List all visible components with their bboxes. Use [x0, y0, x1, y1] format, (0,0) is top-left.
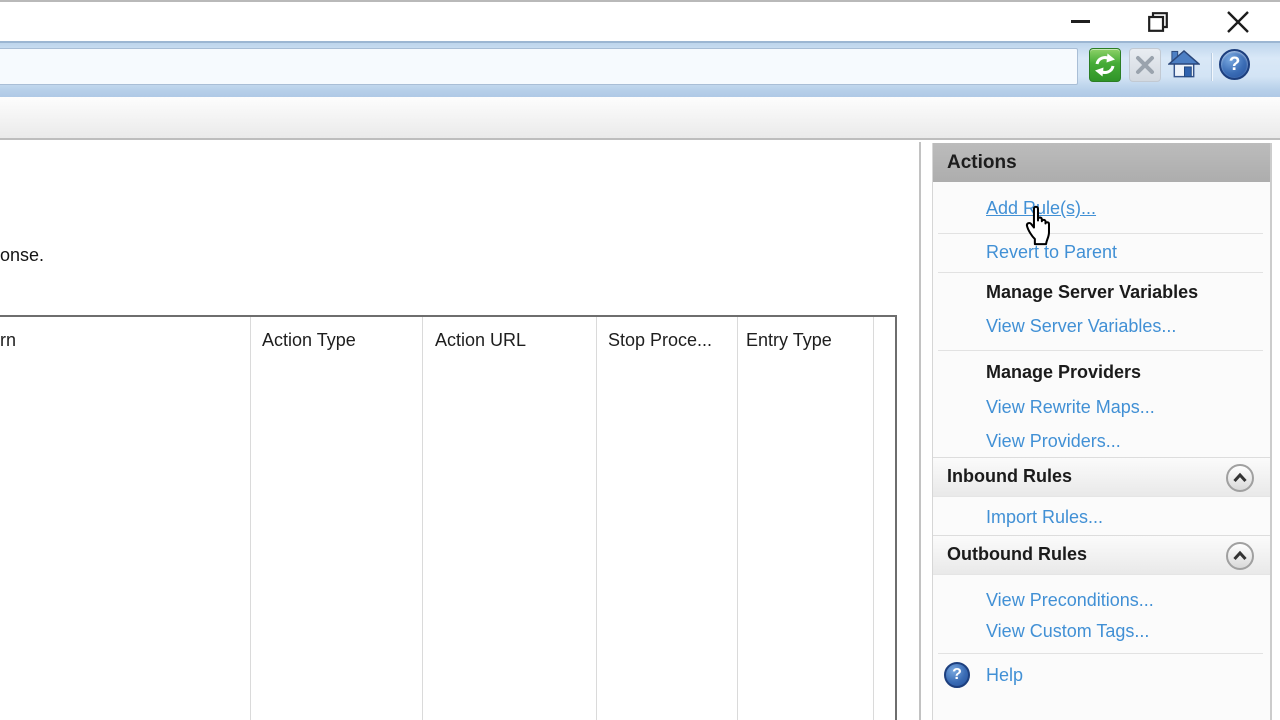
home-button[interactable]	[1168, 48, 1200, 82]
column-divider	[596, 317, 597, 720]
table-right-border	[895, 315, 897, 720]
view-providers-link[interactable]: View Providers...	[986, 431, 1121, 452]
column-header-pattern[interactable]: rn	[0, 330, 16, 351]
column-header-entry-type[interactable]: Entry Type	[746, 330, 832, 351]
help-icon: ?	[1229, 55, 1241, 74]
actions-panel-title: Actions	[933, 143, 1270, 182]
separator	[938, 233, 1263, 234]
collapse-button[interactable]	[1226, 542, 1254, 570]
restore-button[interactable]	[1135, 2, 1181, 41]
chrome-gap-band	[0, 97, 1280, 140]
actions-panel: Actions Add Rule(s)... Revert to Parent …	[932, 143, 1272, 720]
inbound-rules-heading: Inbound Rules	[947, 466, 1072, 487]
view-preconditions-link[interactable]: View Preconditions...	[986, 590, 1154, 611]
minimize-button[interactable]	[1057, 2, 1103, 41]
outbound-rules-section[interactable]: Outbound Rules	[933, 535, 1270, 575]
iis-manager-window: ? onse. rn Action Type Action URL Stop P…	[0, 0, 1280, 720]
outbound-rules-heading: Outbound Rules	[947, 544, 1087, 565]
view-custom-tags-link[interactable]: View Custom Tags...	[986, 621, 1149, 642]
column-header-action-type[interactable]: Action Type	[262, 330, 356, 351]
separator	[938, 653, 1263, 654]
column-divider	[737, 317, 738, 720]
feature-description-fragment: onse.	[0, 245, 44, 266]
close-button[interactable]	[1215, 2, 1261, 41]
column-divider	[873, 317, 874, 720]
manage-server-variables-heading: Manage Server Variables	[986, 282, 1198, 303]
separator	[938, 272, 1263, 273]
minimize-icon	[1071, 20, 1090, 23]
toolbar-separator	[1211, 53, 1213, 81]
separator	[938, 350, 1263, 351]
revert-to-parent-link[interactable]: Revert to Parent	[986, 242, 1117, 263]
manage-providers-heading: Manage Providers	[986, 362, 1141, 383]
help-button[interactable]: ?	[1219, 49, 1250, 80]
stop-icon	[1134, 54, 1156, 76]
view-rewrite-maps-link[interactable]: View Rewrite Maps...	[986, 397, 1155, 418]
table-top-border	[0, 315, 897, 317]
refresh-button[interactable]	[1089, 48, 1121, 82]
add-rules-link[interactable]: Add Rule(s)...	[986, 198, 1096, 219]
column-header-action-url[interactable]: Action URL	[435, 330, 526, 351]
help-icon: ?	[944, 662, 970, 688]
collapse-button[interactable]	[1226, 464, 1254, 492]
view-server-variables-link[interactable]: View Server Variables...	[986, 316, 1176, 337]
chevron-up-icon	[1232, 472, 1248, 484]
restore-icon	[1146, 10, 1170, 34]
home-icon	[1168, 48, 1200, 82]
help-link[interactable]: Help	[986, 665, 1023, 686]
column-divider	[250, 317, 251, 720]
close-icon	[1226, 10, 1250, 34]
address-bar[interactable]	[0, 48, 1078, 85]
title-bar	[0, 2, 1280, 41]
chevron-up-icon	[1232, 550, 1248, 562]
stop-button[interactable]	[1129, 48, 1161, 82]
inbound-rules-section[interactable]: Inbound Rules	[933, 457, 1270, 497]
content-actions-divider	[919, 142, 921, 720]
refresh-icon	[1092, 52, 1118, 78]
import-rules-link[interactable]: Import Rules...	[986, 507, 1103, 528]
column-header-stop-processing[interactable]: Stop Proce...	[608, 330, 712, 351]
toolbar: ?	[0, 41, 1280, 97]
column-divider	[422, 317, 423, 720]
